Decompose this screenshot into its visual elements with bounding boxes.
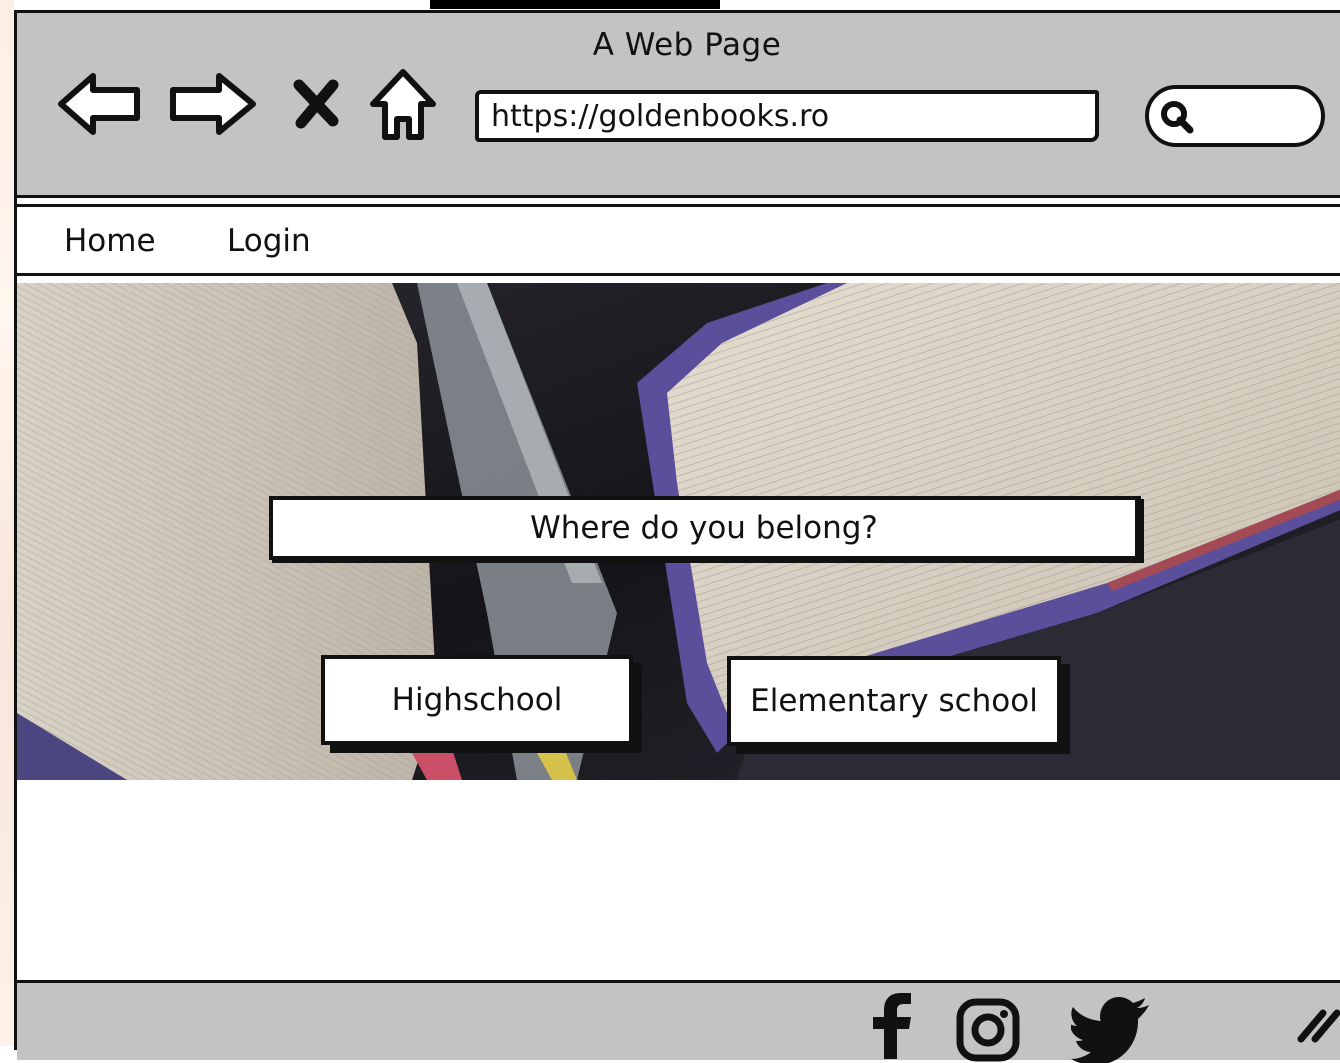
home-icon[interactable] bbox=[367, 67, 439, 143]
browser-window: A Web Page https://goldenbooks.ro Home L… bbox=[14, 10, 1340, 1063]
nav-login-link[interactable]: Login bbox=[227, 223, 311, 259]
highschool-button[interactable]: Highschool bbox=[321, 655, 633, 745]
left-edge-strip bbox=[0, 0, 14, 1046]
close-icon[interactable] bbox=[291, 77, 341, 129]
search-icon bbox=[1161, 101, 1194, 134]
window-title: A Web Page bbox=[592, 27, 782, 63]
browser-chrome: A Web Page https://goldenbooks.ro bbox=[17, 13, 1340, 198]
address-bar[interactable]: https://goldenbooks.ro bbox=[475, 90, 1099, 142]
search-input[interactable] bbox=[1145, 85, 1325, 147]
question-banner: Where do you belong? bbox=[269, 496, 1141, 560]
instagram-icon[interactable] bbox=[955, 997, 1023, 1063]
back-arrow-icon[interactable] bbox=[57, 71, 143, 137]
top-edge-fragment bbox=[430, 0, 720, 9]
site-navbar: Home Login bbox=[17, 204, 1340, 276]
forward-arrow-icon[interactable] bbox=[167, 71, 257, 137]
resize-grip-icon bbox=[1297, 1009, 1340, 1043]
twitter-icon[interactable] bbox=[1071, 997, 1151, 1063]
nav-home-link[interactable]: Home bbox=[64, 223, 156, 259]
hero-banner: Where do you belong? Highschool Elementa… bbox=[17, 283, 1340, 780]
elementary-school-button[interactable]: Elementary school bbox=[727, 656, 1061, 746]
site-footer bbox=[17, 980, 1340, 1063]
address-bar-text: https://goldenbooks.ro bbox=[491, 98, 830, 134]
facebook-icon[interactable] bbox=[867, 993, 913, 1059]
